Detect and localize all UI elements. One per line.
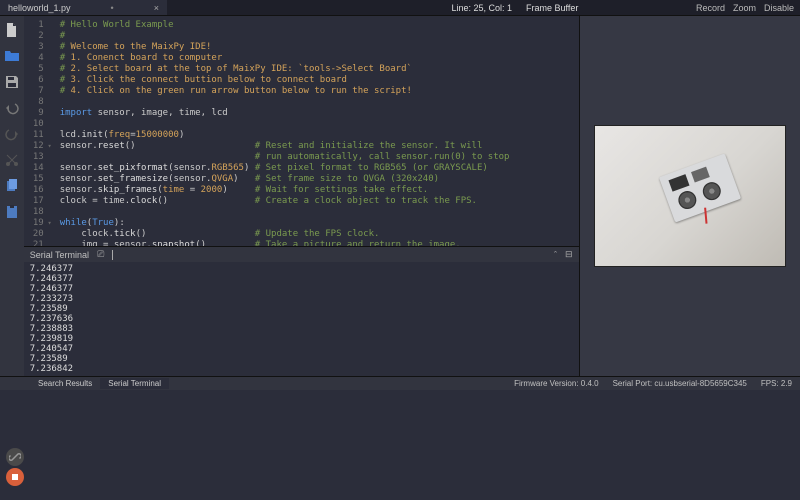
- new-file-icon[interactable]: [2, 20, 22, 40]
- terminal-collapse-icon[interactable]: ˆ: [554, 250, 557, 260]
- tab-serial-terminal[interactable]: Serial Terminal: [100, 378, 169, 389]
- tab-dirty-indicator: •: [111, 3, 114, 13]
- save-icon[interactable]: [2, 72, 22, 92]
- tab-search-results[interactable]: Search Results: [30, 378, 100, 389]
- line-gutter: 1234567891011121314151617181920212223242…: [24, 16, 48, 246]
- open-folder-icon[interactable]: [2, 46, 22, 66]
- serial-port-label[interactable]: Serial Port: cu.usbserial-8D5659C345: [613, 379, 747, 388]
- serial-terminal[interactable]: 7.2463777.2463777.2463777.2332737.235897…: [24, 262, 579, 376]
- fb-zoom-link[interactable]: Zoom: [733, 3, 756, 13]
- cursor-position: Line: 25, Col: 1: [443, 0, 520, 15]
- run-stop-button[interactable]: [6, 468, 24, 486]
- frame-buffer-image[interactable]: [595, 126, 785, 266]
- terminal-cursor-indicator: [112, 250, 113, 260]
- redo-icon[interactable]: [2, 124, 22, 144]
- code-editor[interactable]: 1234567891011121314151617181920212223242…: [24, 16, 579, 246]
- terminal-close-icon[interactable]: ⊟: [565, 249, 573, 260]
- paste-icon[interactable]: [2, 202, 22, 222]
- firmware-version: Firmware Version: 0.4.0: [514, 379, 598, 388]
- terminal-title: Serial Terminal: [30, 250, 89, 260]
- file-tab[interactable]: helloworld_1.py • ×: [0, 0, 167, 15]
- fb-disable-link[interactable]: Disable: [764, 3, 794, 13]
- undo-icon[interactable]: [2, 98, 22, 118]
- connect-button[interactable]: [6, 448, 24, 466]
- copy-icon[interactable]: [2, 176, 22, 196]
- terminal-header: Serial Terminal ⎚ ˆ ⊟: [24, 246, 579, 262]
- tab-filename: helloworld_1.py: [8, 3, 71, 13]
- terminal-clear-icon[interactable]: ⎚: [97, 249, 104, 260]
- status-bar: Search Results Serial Terminal Firmware …: [0, 376, 800, 390]
- cut-icon[interactable]: [2, 150, 22, 170]
- code-area[interactable]: # Hello World Example## Welcome to the M…: [48, 16, 579, 246]
- tab-close-icon[interactable]: ×: [154, 3, 159, 13]
- frame-buffer-title: Frame Buffer: [526, 3, 578, 13]
- left-toolbar: [0, 16, 24, 376]
- frame-buffer-pane: [579, 16, 800, 376]
- fps-label: FPS: 2.9: [761, 379, 792, 388]
- fb-record-link[interactable]: Record: [696, 3, 725, 13]
